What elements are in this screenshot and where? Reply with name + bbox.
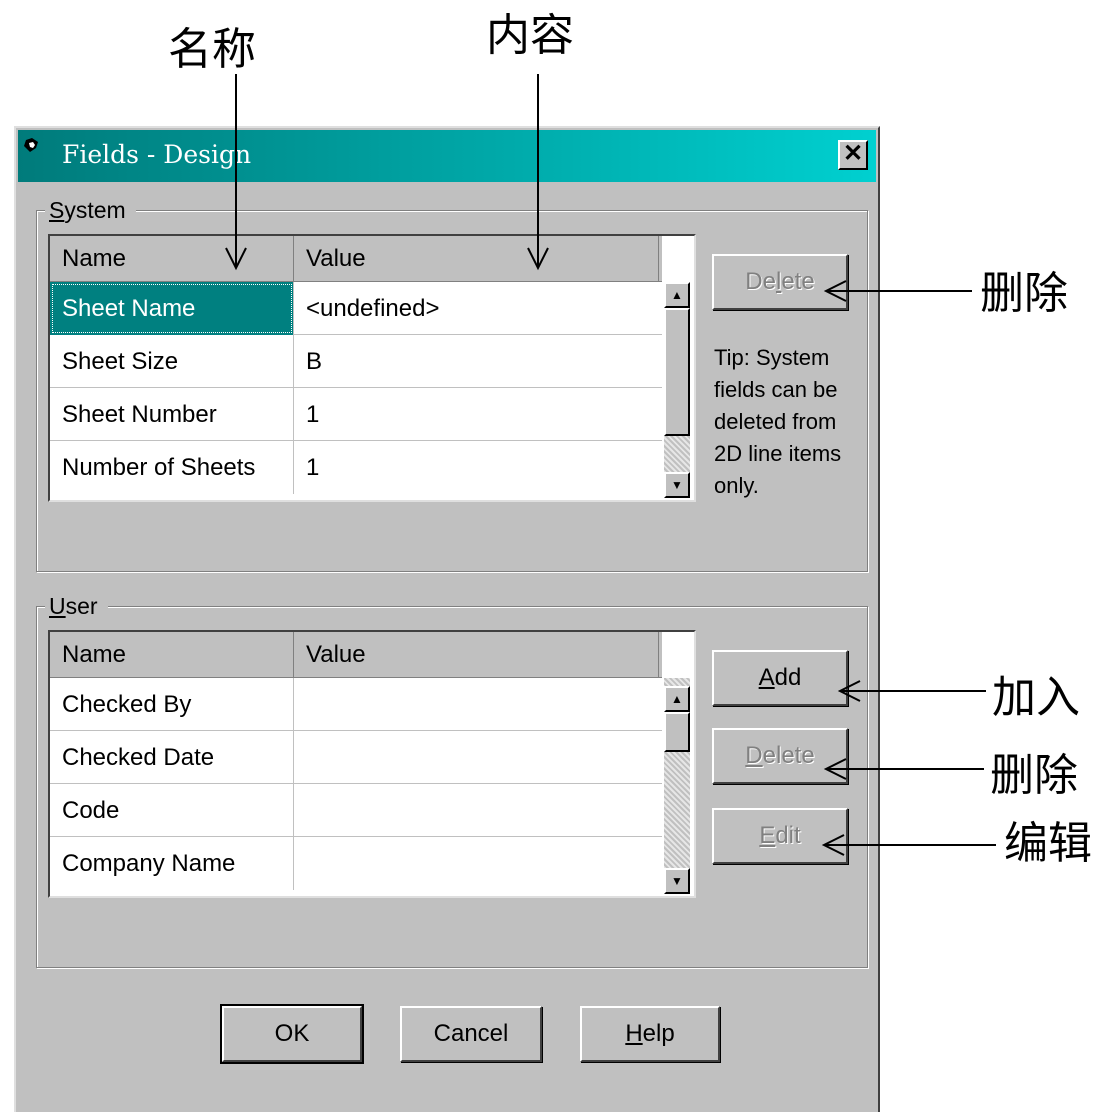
name-annotation: 名称 bbox=[168, 24, 256, 75]
system-tip-text: Tip: System fields can be deleted from 2… bbox=[714, 345, 842, 498]
window-title: Fields - Design bbox=[62, 140, 252, 169]
table-row[interactable]: Company Name bbox=[50, 837, 662, 890]
row-name-cell[interactable]: Company Name bbox=[50, 837, 294, 890]
column-header-value[interactable]: Value bbox=[294, 632, 659, 678]
arrow-down-icon: ▼ bbox=[671, 478, 683, 492]
scroll-up-button[interactable]: ▲ bbox=[664, 686, 690, 712]
user-scrollbar[interactable]: ▲ ▼ bbox=[664, 678, 690, 894]
table-row[interactable]: Code bbox=[50, 784, 662, 837]
column-header-name[interactable]: Name bbox=[50, 632, 294, 678]
scroll-thumb[interactable] bbox=[664, 308, 690, 436]
add-annotation: 加入 bbox=[992, 672, 1080, 723]
row-value-cell[interactable] bbox=[294, 784, 659, 837]
row-name-cell[interactable]: Code bbox=[50, 784, 294, 837]
close-icon: ✕ bbox=[842, 140, 864, 167]
scroll-down-button[interactable]: ▼ bbox=[664, 868, 690, 894]
system-grid-header: Name Value bbox=[50, 236, 662, 282]
row-value-cell[interactable]: B bbox=[294, 335, 659, 388]
scroll-down-button[interactable]: ▼ bbox=[664, 472, 690, 498]
add-button[interactable]: Add bbox=[712, 650, 848, 706]
system-delete-annotation: 删除 bbox=[980, 268, 1068, 319]
arrow-up-icon: ▲ bbox=[671, 692, 683, 706]
scroll-up-button[interactable]: ▲ bbox=[664, 282, 690, 308]
cancel-button[interactable]: Cancel bbox=[400, 1006, 542, 1062]
help-button[interactable]: Help bbox=[580, 1006, 720, 1062]
system-scrollbar[interactable]: ▲ ▼ bbox=[664, 282, 690, 498]
title-bar[interactable]: Fields - Design ✕ bbox=[18, 130, 876, 182]
table-row[interactable]: Sheet Size B bbox=[50, 335, 662, 388]
row-name-cell[interactable]: Number of Sheets bbox=[50, 441, 294, 494]
row-value-cell[interactable]: 1 bbox=[294, 388, 659, 441]
row-name-cell[interactable]: Checked By bbox=[50, 678, 294, 731]
column-header-name[interactable]: Name bbox=[50, 236, 294, 282]
user-group-label: User bbox=[45, 593, 108, 619]
row-name-cell[interactable]: Sheet Name bbox=[50, 282, 294, 335]
arrow-down-icon: ▼ bbox=[671, 874, 683, 888]
content-annotation: 内容 bbox=[486, 10, 574, 61]
arrow-up-icon: ▲ bbox=[671, 288, 683, 302]
user-grid-header: Name Value bbox=[50, 632, 662, 678]
user-delete-button[interactable]: Delete bbox=[712, 728, 848, 784]
row-name-cell[interactable]: Sheet Number bbox=[50, 388, 294, 441]
user-fields-grid[interactable]: Name Value Checked By Checked Date Code … bbox=[48, 630, 696, 898]
table-row[interactable]: Sheet Number 1 bbox=[50, 388, 662, 441]
table-row[interactable]: Checked Date bbox=[50, 731, 662, 784]
row-name-cell[interactable]: Checked Date bbox=[50, 731, 294, 784]
row-value-cell[interactable] bbox=[294, 837, 659, 890]
row-name-cell[interactable]: Sheet Size bbox=[50, 335, 294, 388]
row-value-cell[interactable] bbox=[294, 731, 659, 784]
ok-button[interactable]: OK bbox=[220, 1004, 364, 1064]
row-value-cell[interactable]: 1 bbox=[294, 441, 659, 494]
row-value-cell[interactable] bbox=[294, 678, 659, 731]
app-icon bbox=[24, 138, 38, 152]
edit-button[interactable]: Edit bbox=[712, 808, 848, 864]
column-header-value[interactable]: Value bbox=[294, 236, 659, 282]
user-delete-annotation: 删除 bbox=[990, 750, 1078, 801]
close-button[interactable]: ✕ bbox=[838, 140, 868, 170]
fields-design-dialog: Fields - Design ✕ System Name Value Shee… bbox=[14, 126, 880, 1112]
table-row[interactable]: Checked By bbox=[50, 678, 662, 731]
system-fields-grid[interactable]: Name Value Sheet Name <undefined> Sheet … bbox=[48, 234, 696, 502]
table-row[interactable]: Number of Sheets 1 bbox=[50, 441, 662, 494]
system-group-label: System bbox=[45, 197, 136, 223]
table-row[interactable]: Sheet Name <undefined> bbox=[50, 282, 662, 335]
scroll-thumb[interactable] bbox=[664, 712, 690, 752]
system-delete-button[interactable]: Delete bbox=[712, 254, 848, 310]
edit-annotation: 编辑 bbox=[1004, 818, 1092, 869]
row-value-cell[interactable]: <undefined> bbox=[294, 282, 659, 335]
